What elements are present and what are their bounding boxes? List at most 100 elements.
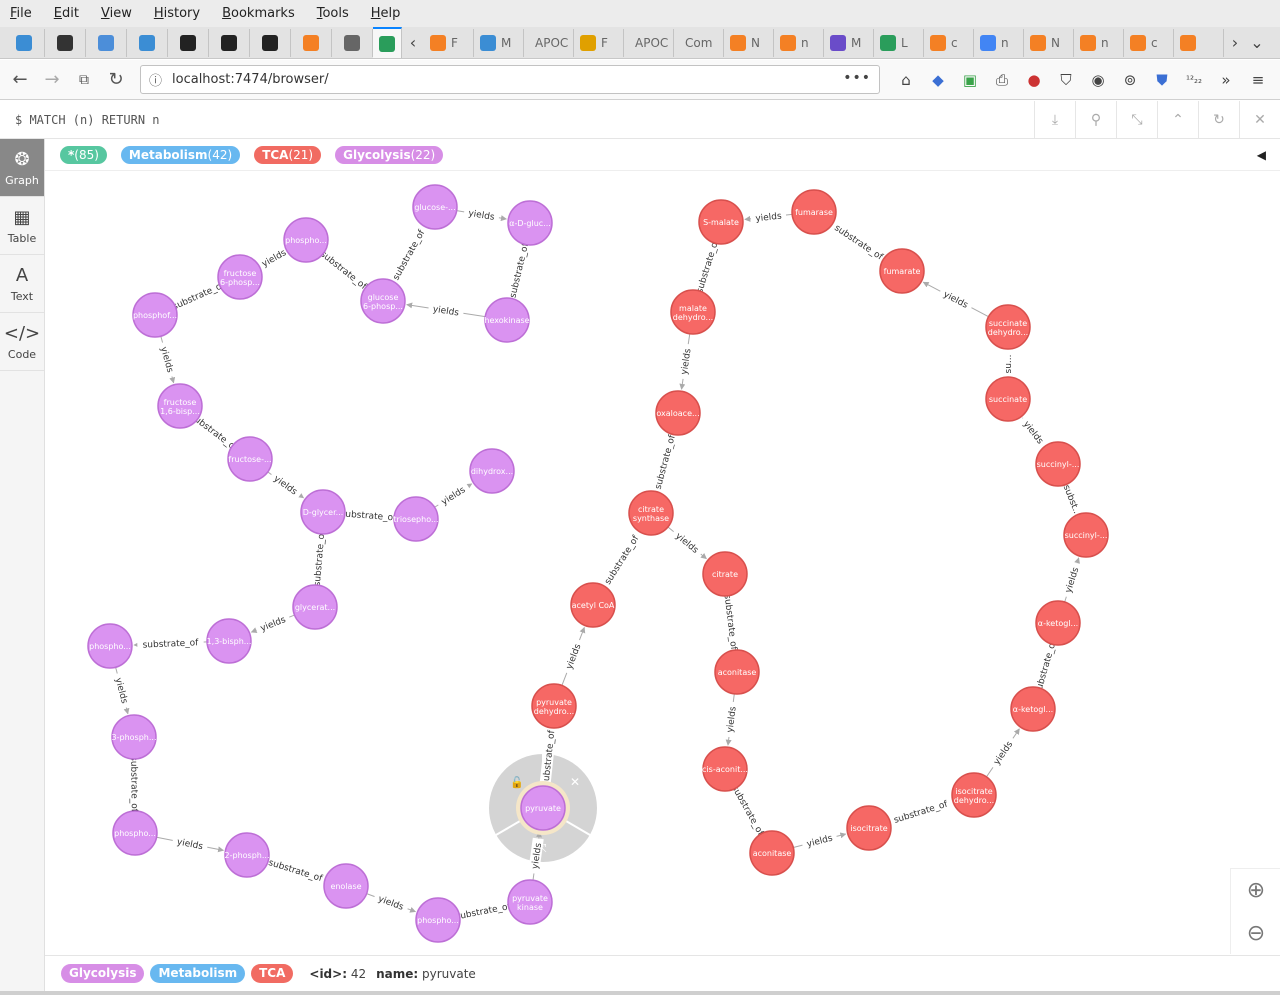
relationship-yields[interactable]: yields [156,834,225,853]
tabs-scroll-left-icon[interactable]: ‹ [402,33,424,52]
browser-tab-16[interactable]: N [724,28,774,57]
menu-history[interactable]: History [154,6,200,21]
node-t1[interactable]: pyruvate dehydro... [531,683,577,729]
relationship-yields[interactable]: yields [434,481,473,510]
forward-icon[interactable]: → [36,64,68,96]
back-icon[interactable]: ← [4,64,36,96]
browser-tab-10[interactable]: F [424,28,474,57]
legend-label-all[interactable]: *(85) [60,145,107,164]
relationship-yields[interactable]: yields [250,611,295,635]
relationship-yields[interactable]: yields [922,281,989,318]
browser-tab-2[interactable] [86,28,127,57]
relationship-yields[interactable]: yields [677,333,694,390]
relationship-yields[interactable]: yields [157,336,178,384]
node-g3[interactable]: hexokinase [484,297,530,343]
browser-tab-5[interactable] [209,28,250,57]
menu-tools[interactable]: Tools [317,6,349,21]
relationship-substrate_of[interactable]: substrate_of [598,528,644,591]
node-g19[interactable]: enolase [323,863,369,909]
relationship-su[interactable]: su... [1002,349,1014,379]
node-g8[interactable]: fructose 1,6-bisp... [157,383,203,429]
node-t15[interactable]: isocitrate dehydro... [951,772,997,818]
collapse-inspector-icon[interactable]: ◀ [1257,148,1266,162]
hamburger-menu-icon[interactable]: ≡ [1242,64,1274,96]
relationship-yields[interactable]: yields [366,890,417,914]
node-t2[interactable]: acetyl CoA [570,582,616,628]
browser-tab-0[interactable] [4,28,45,57]
fullscreen-icon[interactable]: ⤡ [1116,101,1157,138]
privacy-badger-icon[interactable]: ⛊ [1146,64,1178,96]
node-g13[interactable]: glycerat... [292,584,338,630]
node-g1[interactable]: glucose-... [412,184,458,230]
browser-tab-22[interactable]: N [1024,28,1074,57]
browser-tab-11[interactable]: M [474,28,524,57]
browser-tab-23[interactable]: n [1074,28,1124,57]
shield-icon[interactable]: ⛉ [1050,64,1082,96]
node-g2[interactable]: α-D-gluc... [507,200,553,246]
relationship-yields[interactable]: yields [1060,557,1082,603]
node-g7[interactable]: phosphof... [132,292,178,338]
query-text[interactable]: $ MATCH (n) RETURN n [15,113,160,127]
relationship-yields[interactable]: yields [723,693,739,746]
relationship-yields[interactable]: yields [667,526,707,560]
browser-tab-19[interactable]: L [874,28,924,57]
menu-help[interactable]: Help [371,6,401,21]
overflow-icon[interactable]: » [1210,64,1242,96]
tabs-scroll-right-icon[interactable]: › [1224,33,1246,52]
extension-dots-icon[interactable]: ● [1018,64,1050,96]
status-label-glycolysis[interactable]: Glycolysis [61,964,145,983]
browser-tab-20[interactable]: c [924,28,974,57]
browser-tab-15[interactable]: Com [674,28,724,57]
node-t17[interactable]: aconitase [749,830,795,876]
relationship-substrate_of[interactable]: substrate_of [722,588,741,656]
node-g22[interactable]: pyruvate [516,781,570,835]
node-g20[interactable]: phospho... [415,897,461,943]
relationship-yields[interactable]: yields [561,626,586,686]
node-t10[interactable]: succinate [985,376,1031,422]
relationship-yields[interactable]: yields [267,469,305,500]
node-t4[interactable]: oxaloace... [655,390,701,436]
reload-icon[interactable]: ↻ [100,64,132,96]
browser-tab-7[interactable] [291,28,332,57]
legend-label-tca[interactable]: TCA(21) [254,145,322,164]
node-t8[interactable]: fumarate [879,248,925,294]
node-t3[interactable]: citrate synthase [628,490,674,536]
dismiss-icon[interactable]: ✕ [570,775,580,789]
node-g15[interactable]: phospho... [87,623,133,669]
status-label-tca[interactable]: TCA [251,964,294,983]
relationship-yields[interactable]: yields [456,205,507,223]
node-g4[interactable]: glucose 6-phosp... [360,278,406,324]
relationship-yields[interactable]: yields [986,728,1020,778]
relationship-yields[interactable]: yields [406,302,486,319]
node-t6[interactable]: S-malate [698,199,744,245]
browser-tab-18[interactable]: M [824,28,874,57]
relationship-yields[interactable]: yields [793,830,847,850]
legend-label-metabolism[interactable]: Metabolism(42) [120,145,241,164]
node-g14[interactable]: 1,3-bisph... [206,618,252,664]
menu-file[interactable]: File [10,6,32,21]
url-bar[interactable]: ⓘ localhost:7474/browser/ ••• [140,65,880,94]
zoom-out-icon[interactable]: ⊖ [1231,912,1280,955]
node-g5[interactable]: phospho... [283,217,329,263]
node-t5[interactable]: malate dehydro... [670,289,716,335]
browser-tab-1[interactable] [45,28,86,57]
legend-label-glycolysis[interactable]: Glycolysis(22) [335,145,444,164]
relationship-substrate_of[interactable]: substrate_of [828,218,890,265]
menu-view[interactable]: View [101,6,132,21]
node-g6[interactable]: fructose 6-phosp... [217,254,263,300]
browser-tab-9[interactable] [373,27,402,58]
relationship-substrate_of[interactable]: substrate_of [262,854,330,885]
page-actions-icon[interactable]: ••• [843,70,871,86]
view-tab-code[interactable]: </> Code [0,313,44,371]
browser-tab-12[interactable]: APOC [524,28,574,57]
browser-tab-4[interactable] [168,28,209,57]
node-t9[interactable]: succinate dehydro... [985,304,1031,350]
relationship-substrate_of[interactable]: substrate_of [887,796,954,827]
node-g11[interactable]: triosepho... [393,496,439,542]
pin-icon[interactable]: ⚲ [1075,101,1116,138]
node-g10[interactable]: D-glycer... [300,489,346,535]
view-tab-table[interactable]: ▦ Table [0,197,44,255]
browser-tab-17[interactable]: n [774,28,824,57]
node-g21[interactable]: pyruvate kinase [507,879,553,925]
node-t12[interactable]: succinyl-... [1063,512,1109,558]
